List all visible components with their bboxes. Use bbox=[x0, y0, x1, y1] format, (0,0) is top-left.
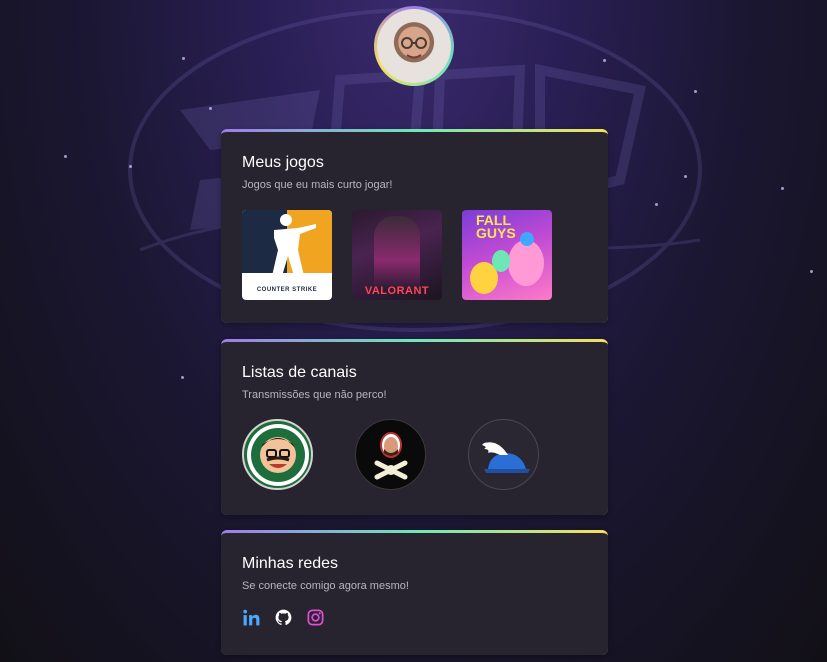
linkedin-link[interactable] bbox=[242, 608, 261, 627]
winged-helmet-icon bbox=[481, 441, 530, 473]
instagram-link[interactable] bbox=[306, 608, 325, 627]
game-label: FALL GUYS bbox=[476, 212, 516, 241]
star bbox=[810, 270, 813, 273]
social-card-title: Minhas redes bbox=[242, 555, 339, 572]
social-card: Minhas redes Se conecte comigo agora mes… bbox=[221, 530, 608, 655]
star bbox=[129, 165, 132, 168]
channel-skull[interactable] bbox=[355, 419, 426, 490]
star bbox=[781, 187, 784, 190]
star bbox=[694, 90, 697, 93]
game-fall-guys[interactable]: FALL GUYS bbox=[462, 210, 552, 300]
github-icon bbox=[275, 609, 292, 626]
star bbox=[181, 376, 184, 379]
games-list: COUNTER STRIKE VALORANT FALL GUYS bbox=[242, 210, 587, 300]
channel-casimiro[interactable] bbox=[242, 419, 313, 490]
skull-crossbones-icon bbox=[374, 431, 407, 479]
game-valorant[interactable]: VALORANT bbox=[352, 210, 442, 300]
channels-card: Listas de canais Transmissões que não pe… bbox=[221, 339, 608, 515]
star bbox=[209, 107, 212, 110]
game-label: COUNTER STRIKE bbox=[256, 287, 318, 293]
profile-avatar bbox=[374, 6, 454, 86]
games-card-title: Meus jogos bbox=[242, 154, 324, 171]
game-counter-strike[interactable]: COUNTER STRIKE bbox=[242, 210, 332, 300]
channels-card-subtitle: Transmissões que não perco! bbox=[242, 389, 387, 401]
channels-card-title: Listas de canais bbox=[242, 364, 357, 381]
social-links bbox=[242, 608, 587, 627]
star bbox=[182, 57, 185, 60]
channel-winged-helmet[interactable] bbox=[468, 419, 539, 490]
star bbox=[64, 155, 67, 158]
soldier-icon bbox=[272, 214, 316, 276]
star bbox=[655, 203, 658, 206]
face-icon bbox=[401, 37, 427, 59]
games-card: Meus jogos Jogos que eu mais curto jogar… bbox=[221, 129, 608, 323]
instagram-icon bbox=[307, 609, 324, 626]
casimiro-logo-icon bbox=[246, 423, 309, 486]
profile-photo bbox=[377, 9, 451, 83]
channels-list bbox=[242, 419, 587, 490]
linkedin-icon bbox=[243, 609, 260, 626]
star bbox=[603, 59, 606, 62]
social-card-subtitle: Se conecte comigo agora mesmo! bbox=[242, 580, 409, 592]
github-link[interactable] bbox=[274, 608, 293, 627]
game-label: VALORANT bbox=[364, 285, 430, 297]
star bbox=[684, 175, 687, 178]
games-card-subtitle: Jogos que eu mais curto jogar! bbox=[242, 179, 393, 191]
